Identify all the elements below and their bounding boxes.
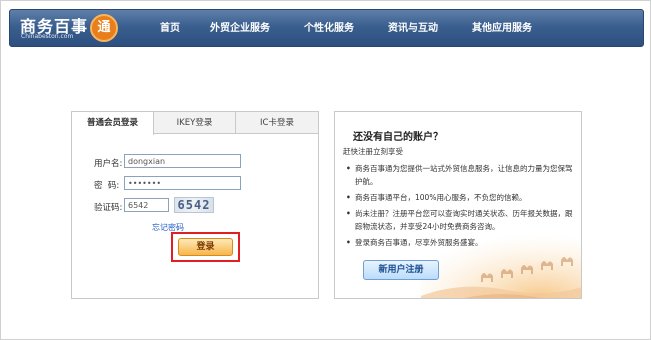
main-nav: 首页 外贸企业服务 个性化服务 资讯与互动 其他应用服务 — [160, 10, 532, 48]
captcha-label: 验证码: — [94, 203, 123, 213]
password-input[interactable] — [124, 176, 241, 190]
site-logo[interactable]: 商务百事 Chinabeston.com 通 — [20, 13, 120, 45]
login-button-highlight: 登录 — [171, 232, 240, 262]
nav-item-foreign-trade[interactable]: 外贸企业服务 — [210, 10, 270, 48]
password-label: 密 码: — [94, 181, 120, 191]
login-button[interactable]: 登录 — [178, 238, 233, 256]
tab-ikey-login[interactable]: IKEY登录 — [154, 112, 236, 134]
list-item: 商务百事通平台，100%用心服务，不负您的信赖。 — [345, 191, 577, 204]
benefits-list: 商务百事通为您提供一站式外贸信息服务，让信息的力量为您保驾护航。 商务百事通平台… — [345, 162, 577, 252]
login-panel: 普通会员登录 IKEY登录 IC卡登录 用户名: 密 码: 验证码: 6542 … — [71, 111, 319, 299]
register-title: 还没有自己的账户？ — [353, 132, 443, 143]
list-item: 商务百事通为您提供一站式外贸信息服务，让信息的力量为您保驾护航。 — [345, 162, 577, 188]
logo-badge-icon: 通 — [90, 14, 118, 42]
new-user-register-button[interactable]: 新用户注册 — [363, 260, 439, 280]
list-item: 登录商务百事通，尽享外贸服务盛宴。 — [345, 236, 577, 249]
register-subtitle: 赶快注册立刻享受 — [343, 147, 403, 156]
tab-member-login[interactable]: 普通会员登录 — [72, 112, 154, 135]
tab-ic-card-login[interactable]: IC卡登录 — [236, 112, 318, 134]
top-navigation-bar: 商务百事 Chinabeston.com 通 首页 外贸企业服务 个性化服务 资… — [9, 9, 644, 47]
nav-item-personalized[interactable]: 个性化服务 — [304, 10, 354, 48]
list-item: 尚未注册？注册平台您可以查询实时通关状态、历年报关数据，跟踪物流状态，并享受24… — [345, 207, 577, 233]
captcha-image[interactable]: 6542 — [174, 197, 214, 213]
nav-item-home[interactable]: 首页 — [160, 10, 180, 48]
username-input[interactable] — [124, 154, 241, 168]
username-label: 用户名: — [94, 159, 123, 169]
nav-item-other-services[interactable]: 其他应用服务 — [472, 10, 532, 48]
login-tabs: 普通会员登录 IKEY登录 IC卡登录 — [72, 112, 318, 135]
register-panel: 还没有自己的账户？ 赶快注册立刻享受 商务百事通为您提供一站式外贸信息服务，让信… — [334, 111, 582, 299]
logo-english-text: Chinabeston.com — [21, 33, 74, 40]
captcha-input[interactable] — [124, 198, 169, 212]
page-frame: 商务百事 Chinabeston.com 通 首页 外贸企业服务 个性化服务 资… — [0, 0, 651, 340]
nav-item-news[interactable]: 资讯与互动 — [388, 10, 438, 48]
